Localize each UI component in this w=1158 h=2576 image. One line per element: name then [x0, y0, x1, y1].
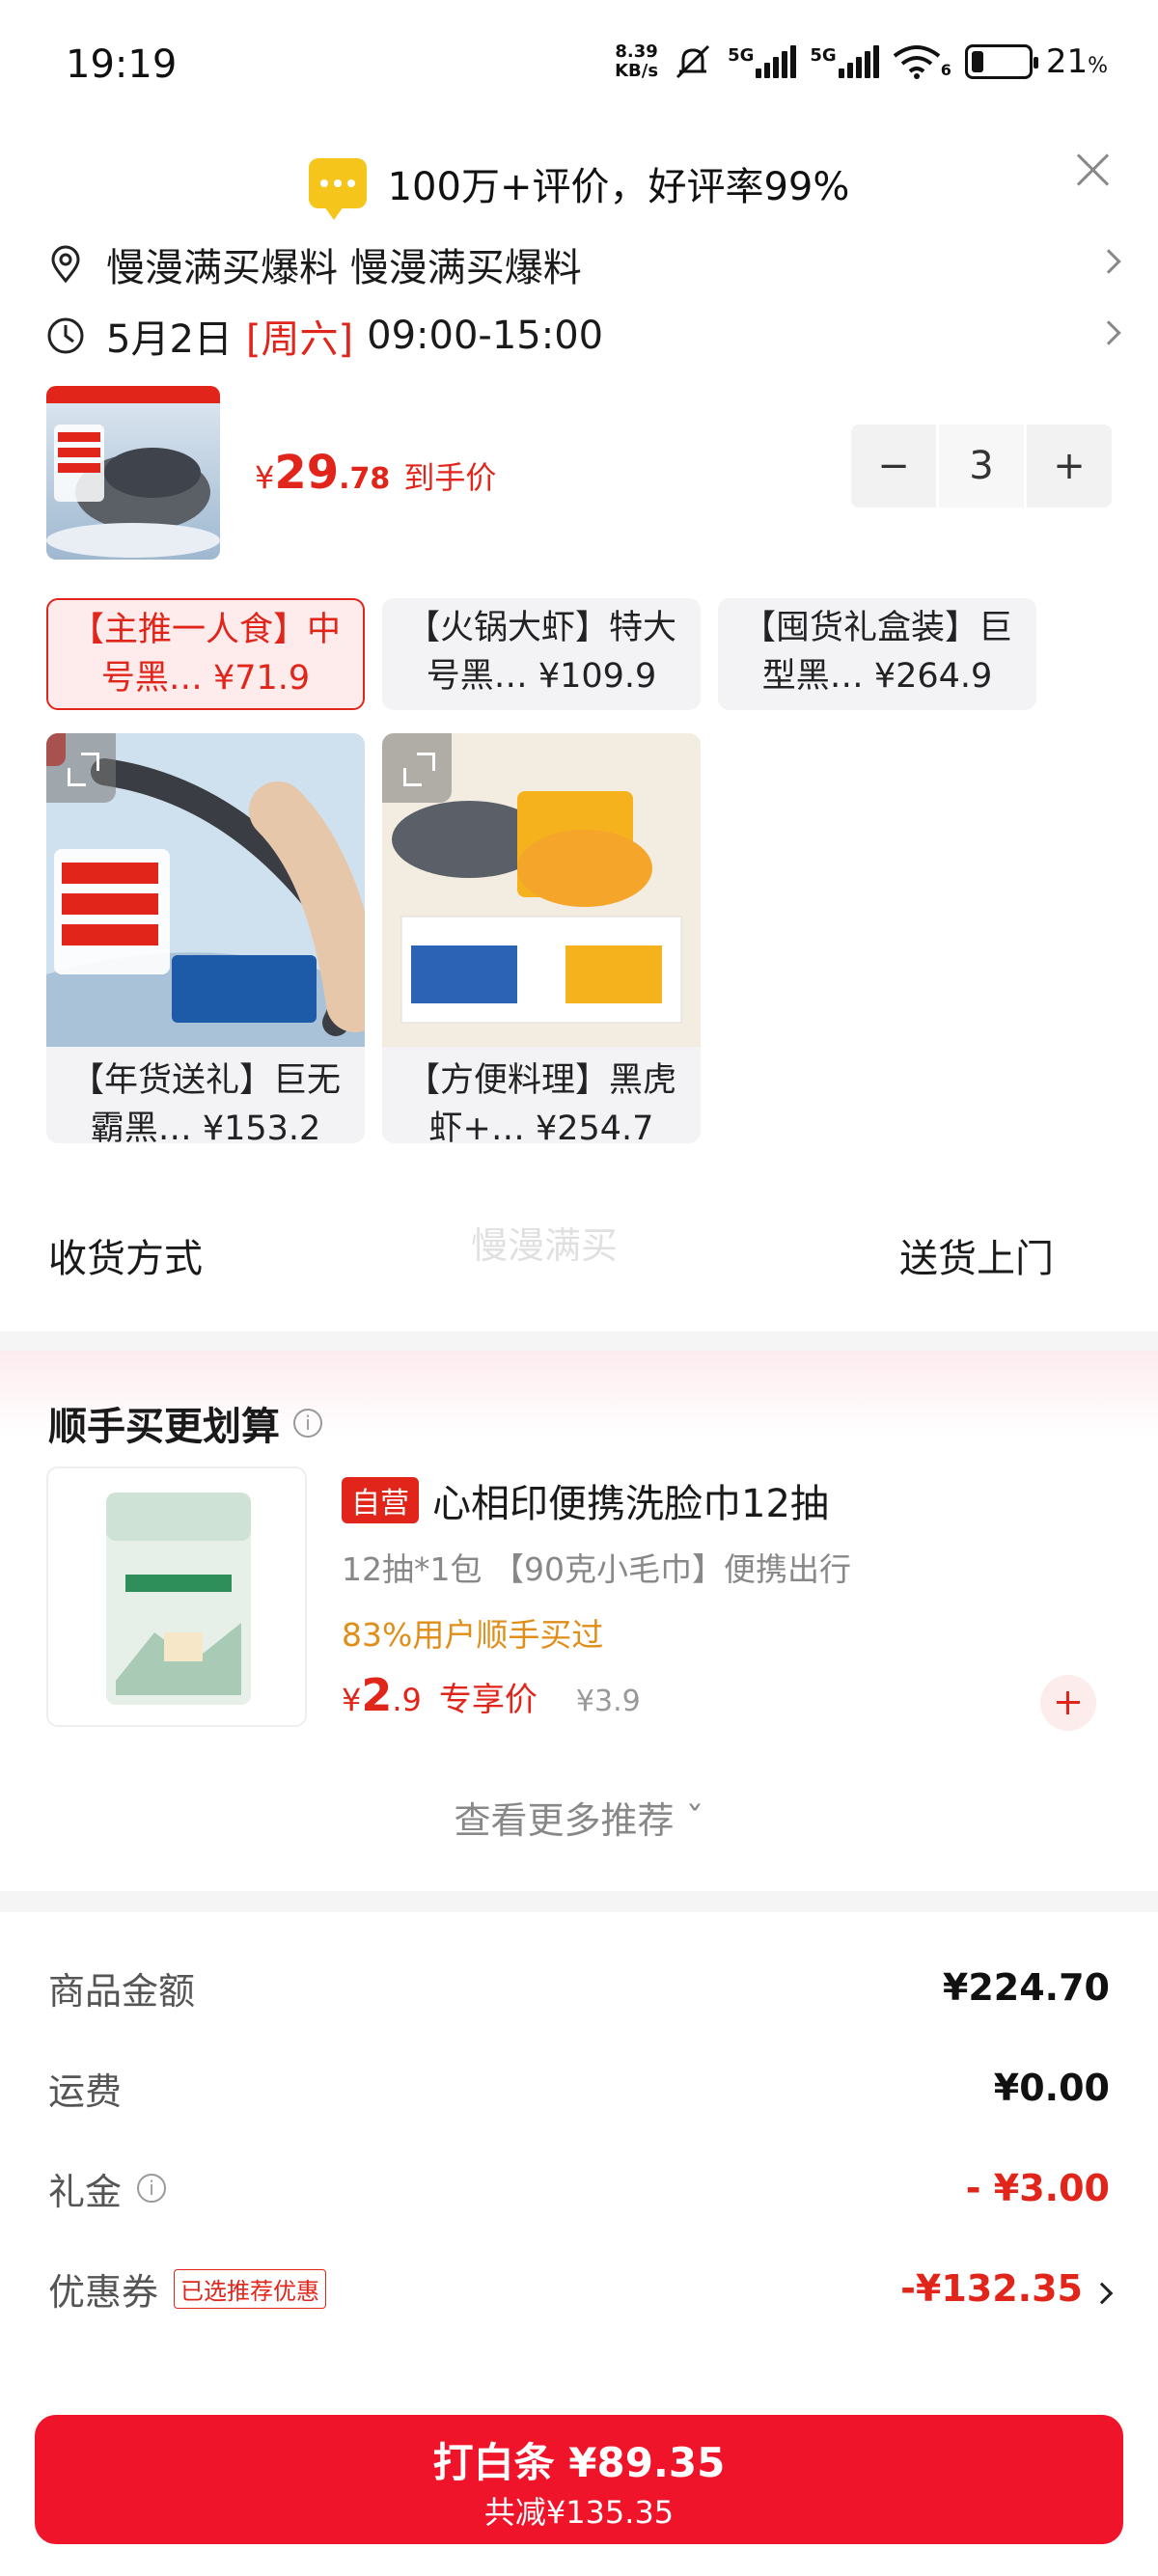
status-time: 19:19 [66, 42, 178, 87]
quantity-stepper: − 3 + [851, 425, 1112, 507]
pay-button-label: 打白条 ¥89.35 [432, 2439, 726, 2486]
decrease-button[interactable]: − [851, 425, 936, 507]
goods-amount-row: 商品金额 ¥224.70 [48, 1966, 1110, 2013]
delivery-method-row[interactable]: 收货方式 慢漫满买 送货上门 [0, 1177, 1158, 1331]
delivery-method-value: 送货上门 [899, 1237, 1054, 1281]
status-icons: 8.39 KB/s 5G 5G 6 21% [615, 41, 1108, 82]
chevron-right-icon [1096, 249, 1121, 274]
product-thumbnail[interactable] [46, 386, 220, 560]
price-summary: 商品金额 ¥224.70 运费 ¥0.00 礼金 i - ¥3.00 优惠券 已… [0, 1912, 1158, 2414]
cell-signal-1-icon: 5G [728, 45, 797, 78]
gift-credit-row: 礼金 i - ¥3.00 [48, 2167, 1110, 2213]
bought-together-stat: 83%用户顺手买过 [342, 1616, 604, 1654]
chevron-right-icon [1096, 320, 1121, 345]
variant-option[interactable]: 【年货送礼】巨无 霸黑… ¥153.2 [46, 733, 365, 1143]
net-speed: 8.39 KB/s [615, 41, 659, 81]
shipping-row: 运费 ¥0.00 [48, 2067, 1110, 2113]
cell-signal-2-icon: 5G [810, 45, 879, 78]
delivery-date: 5月2日 [106, 317, 233, 362]
coupon-row[interactable]: 优惠券 已选推荐优惠 -¥132.35 [48, 2260, 1114, 2317]
recommendation-title: 顺手买更划算 i [48, 1395, 322, 1451]
watermark: 慢漫满买 [471, 1224, 619, 1267]
product-price: ¥ 29 .78 到手价 [255, 446, 497, 500]
order-header-card: 100万+评价，好评率99% 慢漫满买爆料 慢漫满买爆料 5月2日 [周六] 0… [0, 125, 1158, 598]
increase-button[interactable]: + [1027, 425, 1112, 507]
chevron-right-icon [1090, 2282, 1114, 2305]
coupon-tag: 已选推荐优惠 [174, 2268, 327, 2309]
recommended-product-image [46, 1466, 307, 1727]
close-icon[interactable] [1075, 152, 1110, 187]
quantity-value[interactable]: 3 [936, 425, 1027, 507]
wifi-icon: 6 [893, 44, 951, 79]
pay-button[interactable]: 打白条 ¥89.35 共减¥135.35 [35, 2415, 1123, 2544]
recommended-product[interactable]: 自营 心相印便携洗脸巾12抽 12抽*1包 【90克小毛巾】便携出行 83%用户… [46, 1466, 1112, 1732]
variant-option[interactable]: 【主推一人食】中 号黑… ¥71.9 [46, 598, 365, 710]
recommended-product-price: ¥ 2 .9 专享价 ¥3.9 [342, 1669, 641, 1721]
battery-percent: 21% [1045, 42, 1108, 81]
battery-icon [964, 44, 1038, 79]
see-more-recommendations[interactable]: 查看更多推荐 ˇ [0, 1791, 1158, 1844]
battery-level [971, 51, 983, 72]
delivery-weekday: [周六] [245, 317, 354, 362]
expand-icon[interactable] [382, 733, 452, 803]
clock-icon [47, 317, 84, 354]
rating-text: 100万+评价，好评率99% [387, 165, 850, 209]
variant-option[interactable]: 【方便料理】黑虎 虾+… ¥254.7 [382, 733, 701, 1143]
product-row: ¥ 29 .78 到手价 − 3 + [46, 386, 1112, 560]
delivery-method-label: 收货方式 [48, 1237, 203, 1281]
recommended-product-name: 自营 心相印便携洗脸巾12抽 [342, 1472, 829, 1528]
info-icon[interactable]: i [293, 1409, 322, 1438]
expand-icon[interactable] [46, 733, 116, 803]
delivery-time-range: 09:00-15:00 [367, 314, 604, 358]
address-row[interactable]: 慢漫满买爆料 慢漫满买爆料 [46, 233, 1121, 295]
add-to-order-button[interactable] [1040, 1675, 1096, 1731]
pay-discount-total: 共减¥135.35 [483, 2494, 675, 2531]
address-text: 慢漫满买爆料 慢漫满买爆料 [106, 246, 582, 290]
chat-bubble-icon [308, 158, 367, 220]
mute-bell-icon [676, 44, 710, 79]
variant-selector: 【主推一人食】中 号黑… ¥71.9 【火锅大虾】特大 号黑… ¥109.9 【… [0, 598, 1158, 1177]
bottom-bar: 打白条 ¥89.35 共减¥135.35 [0, 2388, 1158, 2576]
recommendation-section: 顺手买更划算 i 自营 心相印便携洗脸巾12抽 12抽*1包 【90克小毛巾】便… [0, 1351, 1158, 1891]
location-pin-icon [51, 245, 80, 284]
status-bar: 19:19 8.39 KB/s 5G 5G 6 21% [0, 0, 1158, 125]
rating-banner: 100万+评价，好评率99% [0, 145, 1158, 222]
recommended-product-spec: 12抽*1包 【90克小毛巾】便携出行 [342, 1550, 851, 1588]
variant-option[interactable]: 【火锅大虾】特大 号黑… ¥109.9 [382, 598, 701, 710]
delivery-time-row[interactable]: 5月2日 [周六] 09:00-15:00 [46, 305, 1121, 367]
variant-option[interactable]: 【囤货礼盒装】巨 型黑… ¥264.9 [718, 598, 1036, 710]
info-icon[interactable]: i [137, 2174, 167, 2203]
self-operated-badge: 自营 [342, 1477, 419, 1523]
